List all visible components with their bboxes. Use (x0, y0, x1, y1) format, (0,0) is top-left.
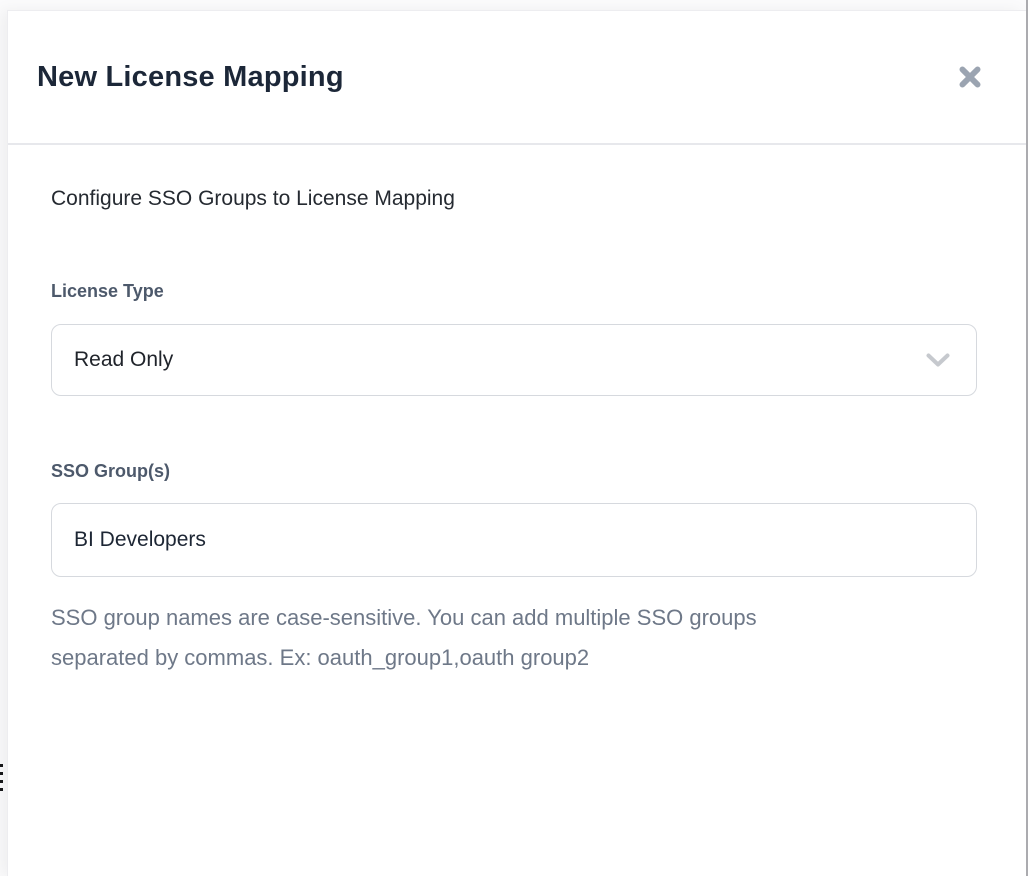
modal-header: New License Mapping (8, 11, 1026, 145)
license-type-select[interactable]: Read Only (51, 324, 977, 396)
sso-groups-help-text: SSO group names are case-sensitive. You … (51, 598, 851, 678)
sso-groups-label: SSO Group(s) (51, 458, 977, 484)
modal-title: New License Mapping (37, 61, 344, 94)
new-license-mapping-modal: New License Mapping Configure SSO Groups… (7, 10, 1026, 876)
modal-description: Configure SSO Groups to License Mapping (51, 184, 977, 214)
background-list-mark (0, 788, 3, 791)
close-button[interactable] (950, 57, 990, 97)
license-type-label: License Type (51, 278, 977, 304)
close-icon (956, 63, 984, 91)
background-list-mark (0, 764, 3, 767)
chevron-down-icon (926, 353, 950, 368)
background-list-mark (0, 772, 3, 775)
modal-body: Configure SSO Groups to License Mapping … (8, 145, 1026, 678)
sso-groups-input[interactable] (51, 503, 977, 577)
license-type-selected-value: Read Only (74, 348, 173, 372)
background-list-mark (0, 780, 3, 783)
